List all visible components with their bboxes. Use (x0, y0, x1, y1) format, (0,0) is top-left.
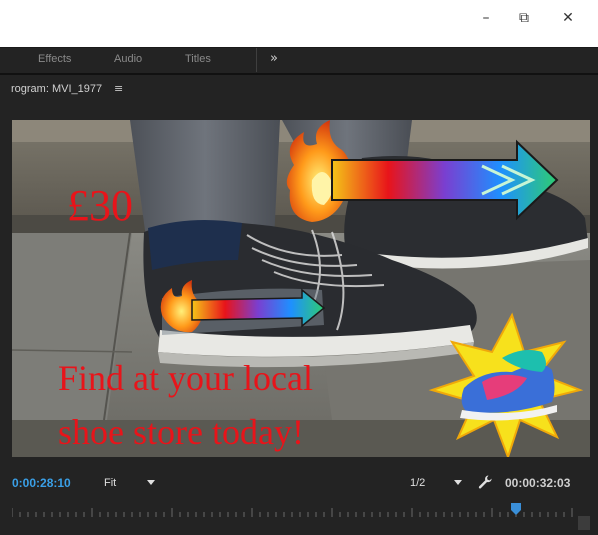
minimize-button[interactable]: – (471, 6, 501, 30)
hamburger-menu-icon[interactable]: ≡ (114, 82, 123, 95)
wrench-icon[interactable] (477, 474, 493, 490)
chevron-down-icon[interactable] (147, 480, 155, 485)
close-button[interactable]: ✕ (553, 6, 583, 30)
playhead-marker[interactable] (510, 502, 522, 516)
panel-tab-bar: Effects Audio Titles » (0, 47, 598, 76)
tagline-line-2: shoe store today! (58, 412, 304, 452)
time-ruler[interactable] (12, 507, 578, 517)
duration-timecode: 00:00:32:03 (505, 476, 571, 490)
tab-titles[interactable]: Titles (185, 53, 211, 65)
tagline-line-1: Find at your local (58, 358, 313, 398)
price-text: £30 (67, 181, 133, 230)
window-titlebar: – ⧉ ✕ (0, 0, 598, 38)
zoom-select[interactable]: Fit (104, 477, 116, 489)
playback-controls: 0:00:28:10 Fit 1/2 00:00:32:03 (0, 457, 598, 535)
tabs-overflow-button[interactable]: » (270, 51, 278, 66)
video-frame-image: £30 Find at your local shoe store today! (12, 120, 590, 457)
program-monitor-title[interactable]: rogram: MVI_1977 (11, 83, 102, 95)
video-frame[interactable]: £30 Find at your local shoe store today! (12, 120, 590, 457)
tab-effects[interactable]: Effects (38, 53, 71, 65)
scrollbar-end[interactable] (578, 516, 590, 530)
resolution-select[interactable]: 1/2 (410, 477, 425, 489)
program-monitor-viewer: £30 Find at your local shoe store today! (0, 120, 598, 457)
tab-audio[interactable]: Audio (114, 53, 142, 65)
program-monitor-header: rogram: MVI_1977 ≡ (0, 75, 598, 120)
restore-button[interactable]: ⧉ (509, 6, 539, 30)
current-timecode[interactable]: 0:00:28:10 (12, 476, 71, 490)
tab-divider (256, 48, 257, 72)
chevron-down-icon[interactable] (454, 480, 462, 485)
